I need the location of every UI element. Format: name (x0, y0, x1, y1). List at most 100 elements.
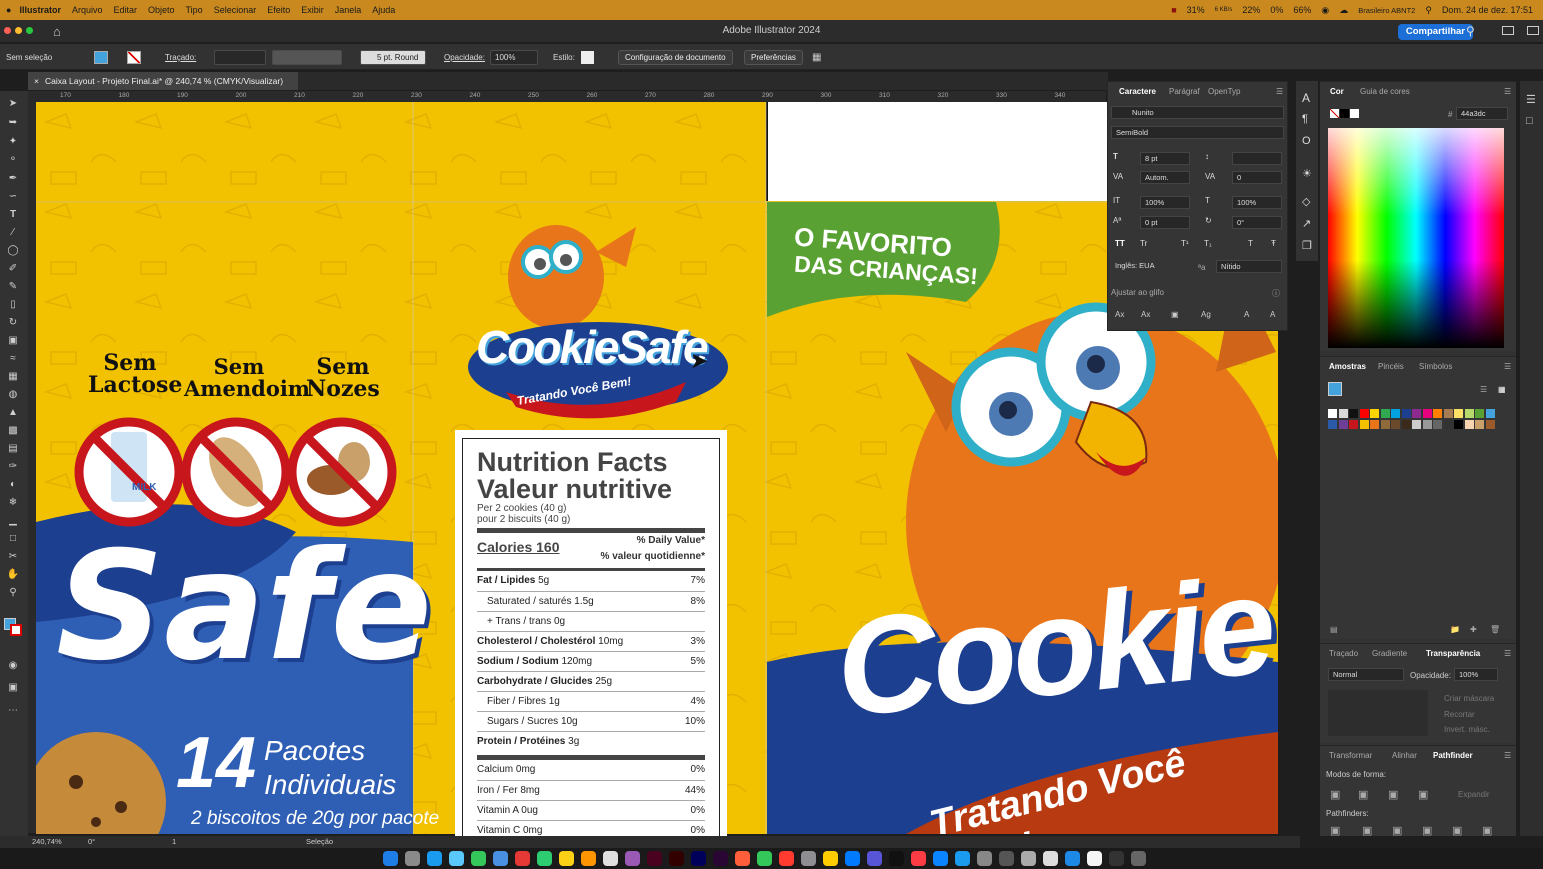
panel-menu-icon[interactable]: ☰ (1504, 751, 1511, 760)
swatch[interactable] (1401, 409, 1411, 418)
libraries-icon[interactable]: □ (1526, 115, 1533, 127)
ellipse-tool-icon[interactable]: ◯ (6, 245, 20, 257)
eraser-icon[interactable]: ▯ (6, 299, 20, 311)
vertical-scale-field[interactable]: 100% (1140, 196, 1190, 209)
swatch[interactable] (1380, 409, 1390, 418)
trim-icon[interactable]: ▣ (1362, 824, 1372, 837)
style-swatch[interactable] (581, 51, 594, 64)
screen-mode-icon[interactable]: ▣ (6, 682, 20, 694)
snap-bounds-icon[interactable]: ▣ (1171, 310, 1179, 319)
opacity-label[interactable]: Opacidade: (444, 50, 485, 65)
font-style-field[interactable]: SemiBold (1111, 126, 1284, 139)
dock-app-icon[interactable] (801, 851, 816, 866)
search-icon[interactable]: ⚲ (1425, 5, 1432, 16)
swatch[interactable] (1391, 409, 1400, 418)
dock-app-icon[interactable] (1021, 851, 1036, 866)
fill-swatch[interactable] (94, 51, 108, 64)
horizontal-ruler[interactable]: 170 180 190 200 210 220 230 240 250 260 270 280 290 3… (36, 91, 1106, 102)
clock[interactable]: Dom. 24 de dez. 17:51 (1442, 5, 1533, 15)
dock-app-icon[interactable] (757, 851, 772, 866)
shape-builder-icon[interactable]: ◍ (6, 389, 20, 401)
vertical-ruler[interactable] (28, 91, 36, 833)
perspective-icon[interactable]: ▲ (6, 407, 20, 419)
new-color-group-icon[interactable]: 📁 (1450, 625, 1460, 634)
dock-app-icon[interactable] (1109, 851, 1124, 866)
rotate-view[interactable]: 0° (88, 837, 95, 846)
menu-objeto[interactable]: Objeto (148, 5, 175, 15)
menu-ajuda[interactable]: Ajuda (372, 5, 395, 15)
dock-app-icon[interactable] (449, 851, 464, 866)
font-family-field[interactable]: Nunito (1111, 106, 1284, 119)
white-swatch[interactable] (1350, 109, 1359, 118)
tab-guia-cores[interactable]: Guia de cores (1360, 87, 1410, 96)
magic-wand-icon[interactable]: ✦ (6, 136, 20, 148)
swatch[interactable] (1454, 409, 1463, 418)
swatch[interactable] (1422, 420, 1432, 429)
info-icon[interactable]: ⓘ (1272, 288, 1280, 299)
swatch[interactable] (1454, 420, 1463, 429)
cloud-icon[interactable]: ☁ (1339, 5, 1348, 16)
wifi-icon[interactable]: ◉ (1321, 5, 1329, 16)
snap-baseline-icon[interactable]: Ax (1115, 310, 1124, 319)
grid-view-icon[interactable]: ▦ (1498, 385, 1506, 394)
dock-app-icon[interactable] (1043, 851, 1058, 866)
hex-field[interactable]: 44a3dc (1456, 107, 1508, 120)
dock-app-icon[interactable] (845, 851, 860, 866)
lasso-icon[interactable]: ⚬ (6, 154, 20, 166)
blend-icon[interactable]: ◐ (6, 479, 20, 491)
dock-app-icon[interactable] (1131, 851, 1146, 866)
artboard-number[interactable]: 1 (172, 837, 176, 846)
dock-app-icon[interactable] (713, 851, 728, 866)
baseline-field[interactable]: 0 pt (1140, 216, 1190, 229)
snap-anchor-icon[interactable]: A (1270, 310, 1275, 319)
selection-tool-icon[interactable]: ➤ (6, 98, 20, 110)
subscript-icon[interactable]: T₁ (1204, 239, 1212, 248)
workspace-icon[interactable] (1502, 26, 1514, 35)
line-tool-icon[interactable]: ∕ (6, 227, 20, 239)
tab-tracado[interactable]: Traçado (1329, 649, 1358, 658)
swatch[interactable] (1359, 420, 1369, 429)
active-fill-swatch[interactable] (1328, 382, 1342, 396)
dock-app-icon[interactable] (515, 851, 530, 866)
opacity-field[interactable]: 100% (1454, 668, 1498, 681)
panel-menu-icon[interactable]: ☰ (1504, 649, 1511, 658)
tab-amostras[interactable]: Amostras (1329, 362, 1366, 371)
blend-mode-select[interactable]: Normal (1328, 668, 1404, 681)
menu-tipo[interactable]: Tipo (186, 5, 203, 15)
keyboard-layout[interactable]: Brasileiro ABNT2 (1358, 6, 1415, 15)
search-icon[interactable]: ⚲ (1466, 24, 1475, 38)
kerning-field[interactable]: Autom. (1140, 171, 1190, 184)
eyedropper-icon[interactable]: ✑ (6, 461, 20, 473)
swatch[interactable] (1338, 409, 1348, 418)
arrange-icon[interactable]: ▦ (812, 52, 821, 63)
scale-icon[interactable]: ▣ (6, 335, 20, 347)
gradient-icon[interactable]: ▤ (6, 443, 20, 455)
panel-toggle-icon[interactable] (1527, 26, 1539, 35)
menu-selecionar[interactable]: Selecionar (214, 5, 257, 15)
tab-alinhar[interactable]: Alinhar (1392, 751, 1417, 760)
tracking-field[interactable]: 0 (1232, 171, 1282, 184)
opentype-panel-icon[interactable]: O (1302, 135, 1311, 147)
direct-selection-tool-icon[interactable]: ➥ (6, 117, 20, 129)
dock-app-icon[interactable] (537, 851, 552, 866)
swatch[interactable] (1370, 409, 1379, 418)
snap-xheight-icon[interactable]: Ax (1141, 310, 1150, 319)
pen-tool-icon[interactable]: ✒ (6, 173, 20, 185)
properties-icon[interactable]: ☰ (1526, 93, 1536, 106)
divide-icon[interactable]: ▣ (1330, 824, 1340, 837)
swatch-grid[interactable] (1328, 409, 1500, 479)
paintbrush-icon[interactable]: ✐ (6, 263, 20, 275)
expand-button[interactable]: Expandir (1458, 790, 1490, 799)
tab-transformar[interactable]: Transformar (1329, 751, 1372, 760)
dock-app-icon[interactable] (691, 851, 706, 866)
make-mask-button[interactable]: Criar máscara (1444, 694, 1494, 703)
swatch[interactable] (1380, 420, 1390, 429)
all-caps-icon[interactable]: TT (1115, 239, 1125, 248)
app-menu[interactable]: Illustrator (19, 5, 61, 15)
horizontal-scale-field[interactable]: 100% (1232, 196, 1282, 209)
tab-transparencia[interactable]: Transparência (1426, 649, 1480, 658)
menu-arquivo[interactable]: Arquivo (72, 5, 103, 15)
swatch[interactable] (1475, 420, 1484, 429)
rotate-icon[interactable]: ↻ (6, 317, 20, 329)
artboard-tool-icon[interactable]: □ (6, 533, 20, 545)
